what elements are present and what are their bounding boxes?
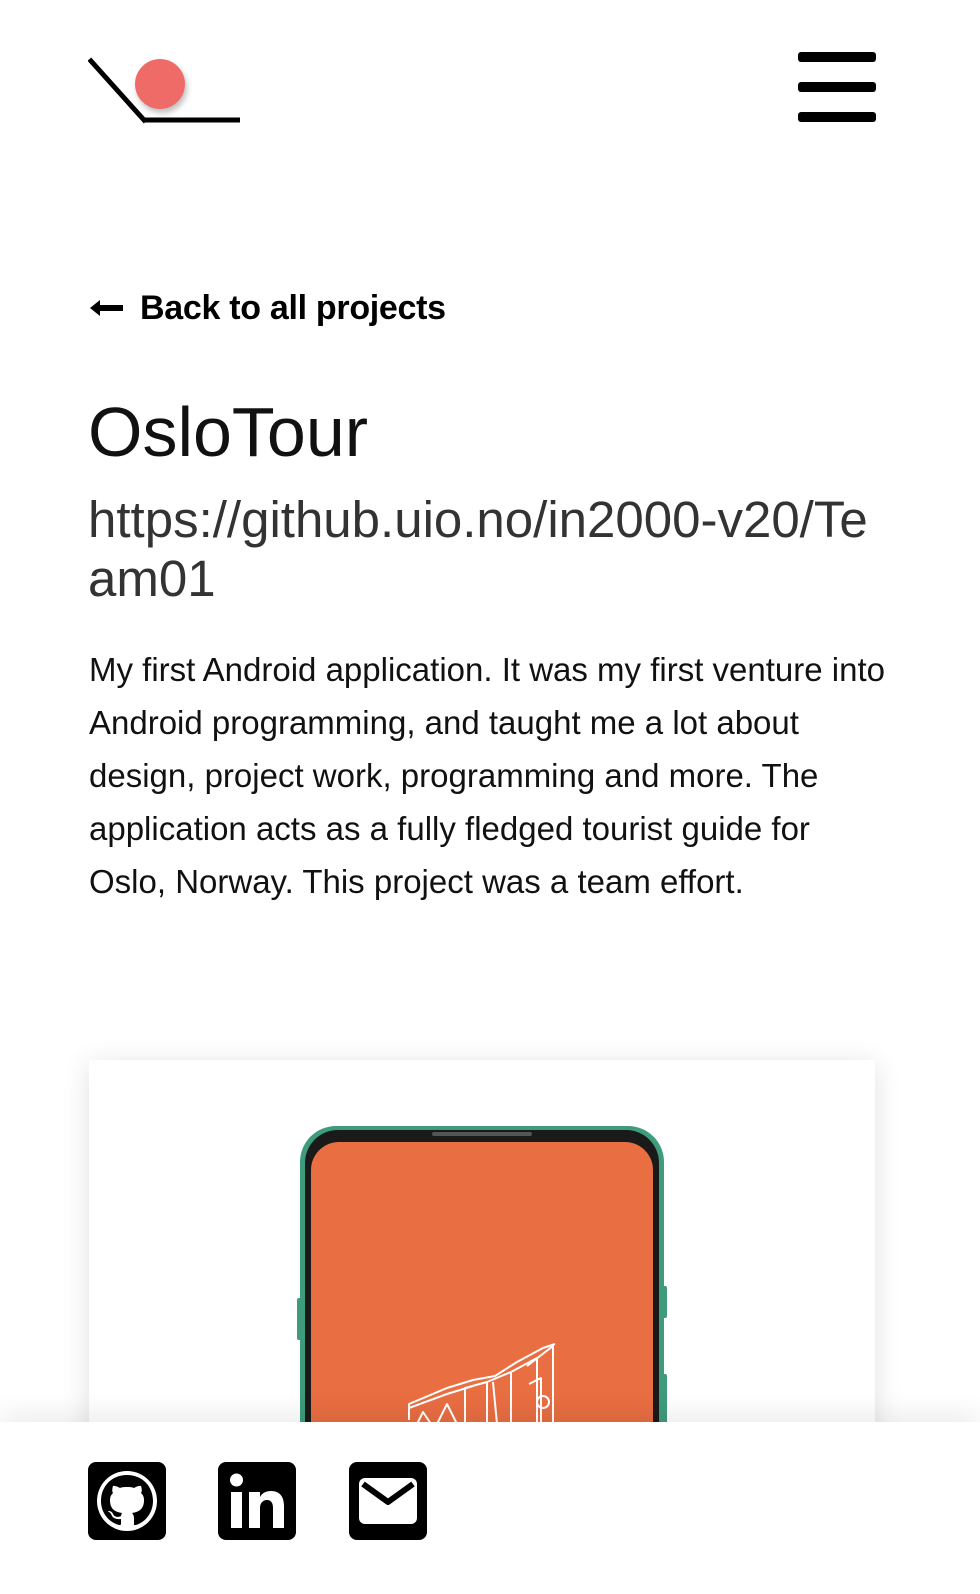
linkedin-link[interactable] <box>218 1462 298 1542</box>
repo-link[interactable]: https://github.uio.no/in2000-v20/Team01 <box>88 490 888 608</box>
menu-bar <box>798 112 876 122</box>
footer <box>0 1422 980 1594</box>
hamburger-menu-icon[interactable] <box>796 50 878 124</box>
github-icon <box>88 1462 166 1540</box>
project-description: My first Android application. It was my … <box>89 651 885 900</box>
project-page: Back to all projects OsloTour https://gi… <box>0 0 980 1594</box>
project-title: OsloTour <box>88 393 369 471</box>
email-link[interactable] <box>349 1462 429 1542</box>
github-link[interactable] <box>88 1462 168 1542</box>
site-logo[interactable] <box>87 56 244 128</box>
email-icon <box>349 1462 427 1540</box>
menu-bar <box>798 82 876 92</box>
linkedin-icon <box>218 1462 296 1540</box>
arrow-left-icon <box>90 300 123 316</box>
logo-icon <box>87 57 240 124</box>
menu-bar <box>798 52 876 62</box>
back-to-projects-link[interactable]: Back to all projects <box>90 284 446 332</box>
back-link-label: Back to all projects <box>140 288 446 327</box>
